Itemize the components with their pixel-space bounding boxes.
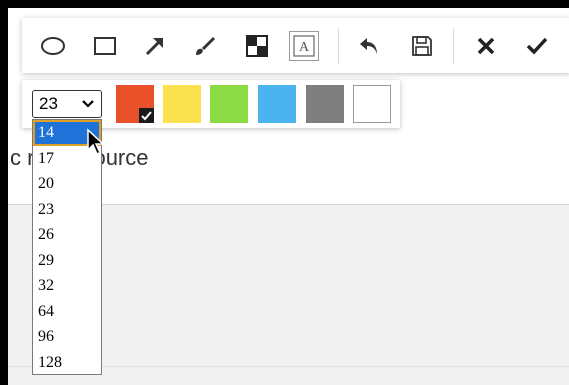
font-size-option[interactable]: 26: [33, 222, 101, 248]
font-size-option[interactable]: 96: [33, 324, 101, 350]
color-swatch-blue[interactable]: [258, 85, 296, 123]
arrow-tool-button[interactable]: [140, 31, 170, 61]
color-swatch-gray[interactable]: [306, 85, 344, 123]
selected-check-icon: [139, 108, 154, 123]
font-size-option[interactable]: 32: [33, 273, 101, 299]
annotation-toolbar: A: [22, 18, 569, 73]
close-icon: [477, 37, 495, 55]
text-icon: A: [293, 35, 315, 57]
mosaic-icon: [246, 35, 268, 57]
font-size-option[interactable]: 64: [33, 299, 101, 325]
mosaic-tool-button[interactable]: [242, 31, 272, 61]
page-text-left: c r: [10, 145, 35, 170]
cancel-button[interactable]: [471, 31, 501, 61]
color-swatch-white[interactable]: [353, 85, 391, 123]
brush-icon: [196, 36, 216, 55]
mouse-pointer-icon: [87, 128, 105, 156]
font-size-option[interactable]: 128: [33, 350, 101, 376]
screenshot-frame-left: [0, 0, 8, 385]
chevron-down-icon: [82, 100, 94, 108]
undo-button[interactable]: [355, 31, 385, 61]
color-swatch-yellow[interactable]: [163, 85, 201, 123]
text-tool-button[interactable]: A: [289, 31, 319, 61]
brush-tool-button[interactable]: [190, 31, 220, 61]
font-size-option[interactable]: 20: [33, 171, 101, 197]
save-button[interactable]: [407, 31, 437, 61]
font-size-option[interactable]: 23: [33, 197, 101, 223]
font-size-value: 23: [39, 94, 58, 113]
toolbar-separator: [453, 28, 454, 64]
check-icon: [526, 37, 548, 55]
screenshot-frame-top: [0, 0, 569, 8]
circle-icon: [41, 37, 65, 55]
square-icon: [94, 37, 116, 55]
rectangle-tool-button[interactable]: [90, 31, 120, 61]
color-swatch-red[interactable]: [116, 85, 154, 123]
font-size-select[interactable]: 23: [32, 90, 102, 118]
ellipse-tool-button[interactable]: [38, 31, 68, 61]
confirm-button[interactable]: [522, 31, 552, 61]
text-tool-glyph: A: [299, 40, 310, 55]
font-size-dropdown-list: 14 17 20 23 26 29 32 64 96 128: [32, 119, 102, 375]
toolbar-separator: [338, 28, 339, 64]
font-size-option[interactable]: 29: [33, 248, 101, 274]
color-swatch-green[interactable]: [210, 85, 248, 123]
save-icon: [412, 36, 432, 56]
undo-icon: [360, 38, 377, 54]
arrow-icon: [145, 38, 163, 56]
